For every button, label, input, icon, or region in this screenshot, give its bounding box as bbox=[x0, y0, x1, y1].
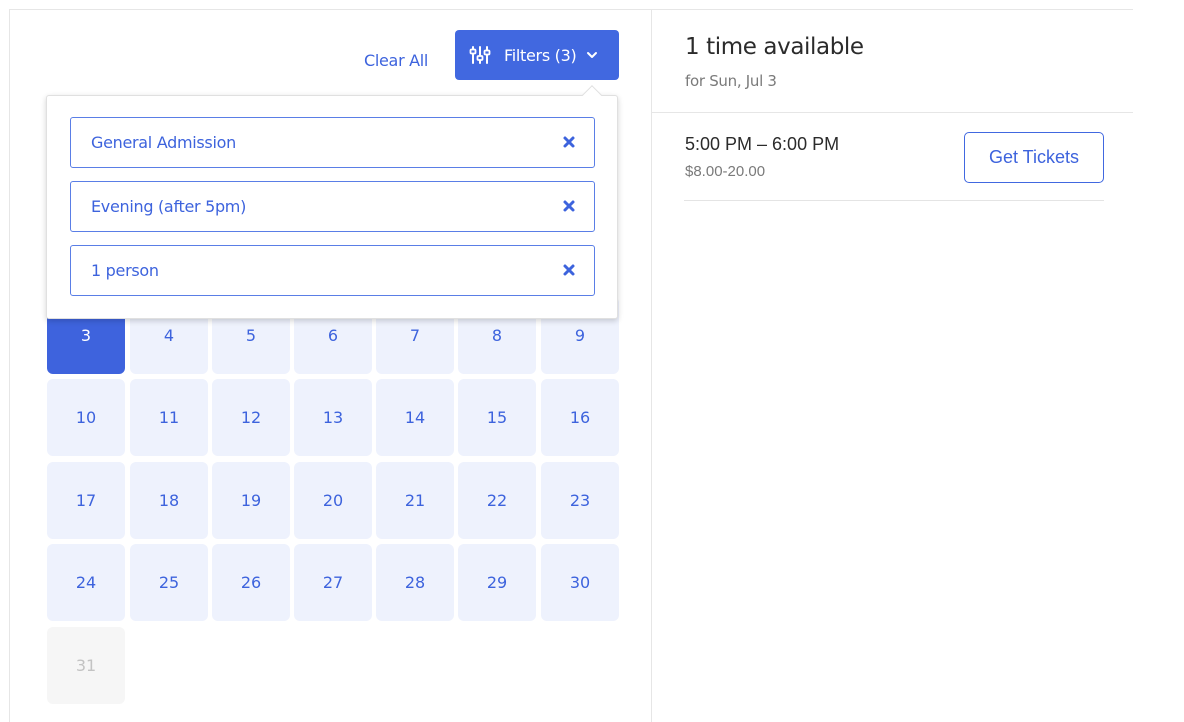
calendar-day[interactable]: 27 bbox=[294, 544, 372, 621]
availability-header-divider bbox=[652, 112, 1133, 113]
calendar-day[interactable]: 14 bbox=[376, 379, 454, 456]
calendar-day[interactable]: 30 bbox=[541, 544, 619, 621]
calendar-day[interactable]: 16 bbox=[541, 379, 619, 456]
chevron-down-icon bbox=[587, 52, 598, 58]
calendar-day[interactable]: 22 bbox=[458, 462, 536, 539]
panel-divider bbox=[651, 9, 652, 722]
filters-button[interactable]: Filters (3) bbox=[455, 30, 619, 80]
clear-all-link[interactable]: Clear All bbox=[364, 51, 428, 70]
calendar-day[interactable]: 18 bbox=[130, 462, 208, 539]
calendar-day[interactable]: 28 bbox=[376, 544, 454, 621]
calendar-day[interactable]: 21 bbox=[376, 462, 454, 539]
slot-time: 5:00 PM – 6:00 PM bbox=[685, 134, 840, 154]
slot-divider bbox=[684, 200, 1104, 201]
calendar-day[interactable]: 23 bbox=[541, 462, 619, 539]
calendar-day-disabled: 31 bbox=[47, 627, 125, 704]
calendar-day[interactable]: 17 bbox=[47, 462, 125, 539]
calendar-day[interactable]: 26 bbox=[212, 544, 290, 621]
slot-price: $8.00-20.00 bbox=[685, 163, 766, 180]
close-icon[interactable] bbox=[562, 135, 576, 149]
close-icon[interactable] bbox=[562, 263, 576, 277]
sliders-icon bbox=[469, 46, 491, 64]
calendar-day[interactable]: 11 bbox=[130, 379, 208, 456]
filter-chip-evening[interactable]: Evening (after 5pm) bbox=[70, 181, 595, 232]
calendar-day[interactable]: 12 bbox=[212, 379, 290, 456]
filter-chip-label: 1 person bbox=[91, 261, 159, 280]
filter-chip-general-admission[interactable]: General Admission bbox=[70, 117, 595, 168]
filter-chip-party-size[interactable]: 1 person bbox=[70, 245, 595, 296]
calendar-day[interactable]: 19 bbox=[212, 462, 290, 539]
filters-dropdown: General Admission Evening (after 5pm) 1 … bbox=[46, 85, 618, 319]
filter-chip-label: General Admission bbox=[91, 133, 236, 152]
calendar-day[interactable]: 10 bbox=[47, 379, 125, 456]
calendar-day[interactable]: 25 bbox=[130, 544, 208, 621]
calendar-day[interactable]: 15 bbox=[458, 379, 536, 456]
close-icon[interactable] bbox=[562, 199, 576, 213]
calendar-day[interactable]: 24 bbox=[47, 544, 125, 621]
availability-date: for Sun, Jul 3 bbox=[685, 72, 777, 90]
availability-title: 1 time available bbox=[685, 34, 864, 60]
calendar-day[interactable]: 29 bbox=[458, 544, 536, 621]
filters-button-label: Filters (3) bbox=[504, 45, 577, 65]
calendar-day[interactable]: 20 bbox=[294, 462, 372, 539]
get-tickets-button[interactable]: Get Tickets bbox=[964, 132, 1104, 183]
filter-chip-label: Evening (after 5pm) bbox=[91, 197, 247, 216]
calendar-day[interactable]: 13 bbox=[294, 379, 372, 456]
